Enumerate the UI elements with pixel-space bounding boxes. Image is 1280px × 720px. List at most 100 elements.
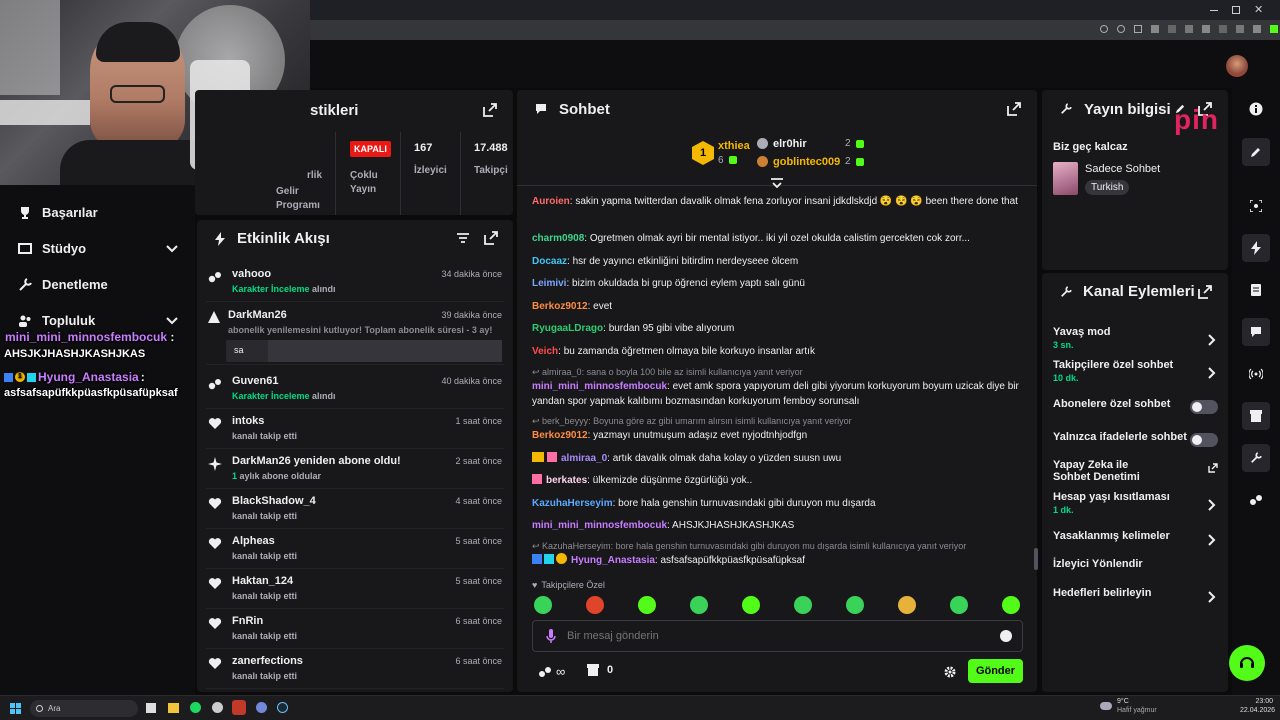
activity-username[interactable]: intoks [232, 415, 264, 427]
chat-username[interactable]: mini_mini_minnosfembocuk [532, 520, 667, 531]
activity-item[interactable]: Guven61 40 dakika önce Karakter İnceleme a… [206, 369, 504, 409]
popout-icon[interactable] [1198, 285, 1212, 299]
chat-username[interactable]: Veich [532, 346, 558, 357]
support-button[interactable] [1229, 645, 1265, 681]
emote-icon[interactable] [846, 596, 864, 614]
popout-icon[interactable] [1007, 102, 1021, 116]
reply-context[interactable]: ↩ berk_beyyy: Boyuna göre az gibi umarım… [532, 416, 1022, 427]
activity-item[interactable]: Alpheas 5 saat önce kanalı takip etti [206, 529, 504, 569]
reply-box[interactable]: sa [226, 340, 502, 362]
extension-icon[interactable] [1270, 25, 1278, 33]
extension-icon[interactable] [1202, 25, 1210, 33]
activity-item[interactable]: vahooo 34 dakika önce Karakter İnceleme al… [206, 262, 504, 302]
chat-username[interactable]: Berkoz9012 [532, 430, 588, 441]
category-name[interactable]: Sadece Sohbet [1085, 163, 1160, 175]
zoom-icon[interactable] [1100, 25, 1108, 33]
activity-item[interactable]: DarkMan26 39 dakika önce abonelik yenileme… [206, 303, 504, 365]
activity-username[interactable]: DarkMan26 [228, 309, 287, 321]
toggle-switch[interactable] [1190, 433, 1218, 447]
lightning-icon[interactable] [1242, 234, 1270, 262]
extension-icon[interactable] [1236, 25, 1244, 33]
emoji-icon[interactable] [1000, 630, 1012, 642]
language-tag[interactable]: Turkish [1085, 180, 1130, 195]
windows-start-icon[interactable] [10, 703, 21, 714]
channel-action-item[interactable]: Hesap yaşı kısıtlaması 1 dk. [1053, 491, 1218, 515]
leaderboard-user[interactable]: elr0hir [773, 138, 807, 150]
minimize-icon[interactable] [1210, 10, 1218, 11]
wrench-icon[interactable] [1242, 444, 1270, 472]
sidebar-item-moderation[interactable]: Denetleme [18, 277, 108, 292]
chat-username[interactable]: RyugaaLDrago [532, 323, 603, 334]
popout-icon[interactable] [484, 231, 498, 245]
activity-username[interactable]: vahooo [232, 268, 271, 280]
send-button[interactable]: Gönder [968, 659, 1023, 683]
activity-item[interactable]: intoks 1 saat önce kanalı takip etti [206, 409, 504, 449]
sidebar-item-community[interactable]: Topluluk [18, 313, 178, 328]
reply-context[interactable]: ↩ almiraa_0: sana o boyla 100 bile az is… [532, 367, 1022, 378]
leaderboard-user[interactable]: goblintec009 [773, 156, 840, 168]
emote-icon[interactable] [898, 596, 916, 614]
star-icon[interactable] [1134, 25, 1142, 33]
channel-action-item[interactable]: Yapay Zeka ile Sohbet Denetimi [1053, 459, 1218, 483]
task-view-icon[interactable] [146, 703, 156, 713]
file-explorer-icon[interactable] [168, 703, 179, 713]
notes-icon[interactable] [1242, 276, 1270, 304]
points-icon[interactable] [1242, 486, 1270, 514]
chat-username[interactable]: mini_mini_minnosfembocuk [532, 381, 667, 392]
chat-username[interactable]: charm0908 [532, 233, 584, 244]
emote-icon[interactable] [794, 596, 812, 614]
sidebar-item-achievements[interactable]: Başarılar [18, 205, 98, 220]
popout-icon[interactable] [483, 103, 497, 117]
extension-icon[interactable] [1219, 25, 1227, 33]
avatar[interactable] [1226, 55, 1248, 77]
expand-leaderboard-icon[interactable] [771, 178, 783, 188]
chat-username[interactable]: Hyung_Anastasia [571, 555, 655, 566]
maximize-icon[interactable] [1232, 6, 1240, 14]
chat-username[interactable]: berkates [546, 475, 587, 486]
channel-action-item[interactable]: Yasaklanmış kelimeler [1053, 530, 1218, 546]
activity-username[interactable]: zanerfections [232, 655, 303, 667]
activity-username[interactable]: DarkMan26 yeniden abone oldu! [232, 455, 401, 467]
extension-icon[interactable] [1185, 25, 1193, 33]
filter-icon[interactable] [457, 232, 469, 244]
chat-username[interactable]: Auroien [532, 196, 570, 207]
microphone-icon[interactable] [546, 629, 556, 643]
settings-icon[interactable] [944, 666, 956, 678]
leaderboard-user[interactable]: xthiea [718, 140, 750, 152]
category-thumbnail[interactable] [1053, 162, 1078, 195]
reply-context[interactable]: ↩ KazuhaHerseyim: bore hala genshin turn… [532, 541, 1022, 552]
channel-action-item[interactable]: Yalnızca ifadelerle sohbet [1053, 431, 1218, 447]
emote-icon[interactable] [950, 596, 968, 614]
reply-input-area[interactable] [268, 340, 502, 362]
taskbar-search[interactable]: Ara [30, 700, 138, 717]
edit-icon[interactable] [1242, 138, 1270, 166]
app-icon[interactable] [212, 702, 223, 713]
camera-focus-icon[interactable] [1242, 192, 1270, 220]
activity-username[interactable]: Haktan_124 [232, 575, 293, 587]
activity-item[interactable]: BlackShadow_4 4 saat önce kanalı takip ett… [206, 489, 504, 529]
chat-input[interactable] [567, 627, 987, 645]
emote-icon[interactable] [1002, 596, 1020, 614]
channel-action-item[interactable]: İzleyici Yönlendir [1053, 558, 1218, 570]
community-points[interactable]: ∞ [538, 664, 565, 679]
info-icon[interactable] [1242, 95, 1270, 123]
emote-icon[interactable] [586, 596, 604, 614]
toggle-switch[interactable] [1190, 400, 1218, 414]
store-icon[interactable] [1242, 402, 1270, 430]
activity-item[interactable]: FnRin 6 saat önce kanalı takip etti [206, 609, 504, 649]
close-icon[interactable]: ✕ [1254, 4, 1263, 16]
steam-icon[interactable] [277, 702, 288, 713]
chat-username[interactable]: almiraa_0 [561, 453, 607, 464]
emote-icon[interactable] [742, 596, 760, 614]
chat-username[interactable]: Docaaz [532, 256, 567, 267]
channel-action-item[interactable]: Hedefleri belirleyin [1053, 587, 1218, 603]
broadcast-icon[interactable] [1242, 360, 1270, 388]
emote-icon[interactable] [534, 596, 552, 614]
chat-bubble-icon[interactable] [1242, 318, 1270, 346]
activity-item[interactable]: DarkMan26 yeniden abone oldu! 2 saat önce… [206, 449, 504, 489]
chat-username[interactable]: KazuhaHerseyim [532, 498, 613, 509]
discord-icon[interactable] [256, 702, 267, 713]
channel-action-item[interactable]: Abonelere özel sohbet [1053, 398, 1218, 414]
opera-icon[interactable] [232, 700, 246, 715]
activity-username[interactable]: FnRin [232, 615, 263, 627]
